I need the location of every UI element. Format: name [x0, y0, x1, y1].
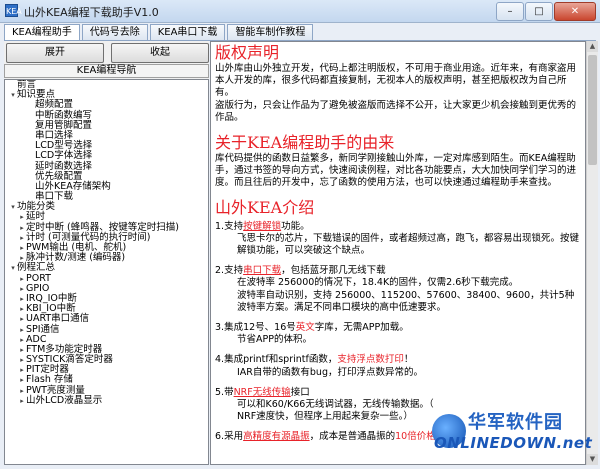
expand-toggle-icon[interactable]: ▸ [18, 315, 26, 323]
feature-6-highlight: 高精度有源晶振 [243, 431, 310, 443]
watermark: 华军软件园 ONLINEDOWN.net [432, 404, 592, 464]
feature-1: 1.支持按键解锁功能。 [215, 221, 581, 233]
expand-toggle-icon[interactable]: ▸ [18, 275, 26, 283]
feature-4-highlight: 支持浮点数打印 [337, 354, 404, 366]
expand-toggle-icon[interactable]: ▸ [18, 224, 26, 232]
feature-5-prefix: 5.带 [215, 386, 234, 398]
heading-origin: 关于KEA编程助手的由来 [215, 133, 395, 153]
tab-bar: KEA编程助手 代码号去除 KEA串口下载 智能车制作教程 [4, 24, 315, 41]
heading-intro: 山外KEA介绍 [215, 197, 315, 217]
expand-toggle-icon[interactable]: ▸ [18, 346, 26, 354]
expand-toggle-icon[interactable]: ▾ [9, 264, 17, 272]
heading-copyright: 版权声明 [215, 43, 280, 62]
expand-toggle-icon[interactable]: ▸ [18, 366, 26, 374]
tab-smartcar-tutorial[interactable]: 智能车制作教程 [227, 24, 314, 40]
scroll-up-icon[interactable]: ▲ [587, 41, 598, 52]
expand-toggle-icon[interactable]: ▸ [18, 336, 26, 344]
tab-serial-download[interactable]: KEA串口下载 [149, 24, 226, 40]
feature-6-middle: ，成本是普通晶振的 [309, 431, 396, 443]
watermark-cn: 华军软件园 [468, 412, 563, 433]
collapse-button[interactable]: 收起 [111, 43, 209, 63]
feature-4-suffix: ！ [403, 354, 414, 366]
feature-6-price: 10倍价格 [395, 431, 436, 443]
feature-2-highlight: 串口下载 [243, 265, 282, 277]
nav-title: KEA编程导航 [4, 64, 209, 78]
expand-toggle-icon[interactable]: ▸ [18, 295, 26, 303]
feature-4: 4.集成printf和sprintf函数，支持浮点数打印！ [215, 354, 581, 366]
title-bar: KEA 山外KEA编程下载助手V1.0 – □ ✕ [0, 0, 600, 23]
tree-node-label: 山外LCD液晶显示 [26, 394, 103, 406]
expand-toggle-icon[interactable]: ▸ [18, 376, 26, 384]
tree-node[interactable]: ▸ 山外LCD液晶显示 [5, 394, 208, 406]
expand-toggle-icon[interactable]: ▸ [18, 326, 26, 334]
feature-5: 5.带NRF无线传输接口 [215, 387, 581, 399]
feature-1-suffix: 功能。 [281, 220, 310, 232]
feature-3-suffix: 字库，无需APP加载。 [314, 322, 409, 334]
feature-1-desc: 飞思卡尔的芯片，下载错误的固件，或者超频过高，跑飞，都容易出现锁死。按键解锁功能… [237, 232, 580, 257]
window-controls: – □ ✕ [496, 2, 596, 21]
minimize-button[interactable]: – [496, 2, 524, 21]
expand-toggle-icon[interactable]: ▸ [18, 285, 26, 293]
origin-paragraph: 库代码提供的函数日益繁多，新同学刚接触山外库，一定对库感到陌生。而KEA编程助手… [215, 153, 577, 189]
feature-4-prefix: 4.集成printf和sprintf函数， [215, 354, 338, 366]
feature-4-desc: IAR自带的函数有bug，打印浮点数异常的。 [237, 366, 423, 378]
copyright-paragraph: 山外库由山外独立开发，代码上都注明版权，不可用于商业用途。近年来，有商家盗用本人… [215, 63, 577, 99]
content-panel: 版权声明 山外库由山外独立开发，代码上都注明版权，不可用于商业用途。近年来，有商… [210, 41, 586, 465]
expand-toggle-icon[interactable]: ▸ [18, 397, 26, 405]
feature-3: 3.集成12号、16号英文字库，无需APP加载。 [215, 322, 581, 334]
feature-1-prefix: 1.支持 [215, 220, 244, 232]
feature-1-highlight: 按键解锁 [243, 220, 282, 232]
expand-toggle-icon[interactable]: ▸ [18, 254, 26, 262]
window-title: 山外KEA编程下载助手V1.0 [24, 6, 159, 19]
content-body: 版权声明 山外库由山外独立开发，代码上都注明版权，不可用于商业用途。近年来，有商… [215, 42, 581, 444]
feature-5-highlight: NRF无线传输 [233, 386, 291, 398]
scroll-thumb[interactable] [588, 55, 597, 165]
feature-5-suffix: 接口 [290, 386, 310, 398]
feature-3-desc: 节省APP的体积。 [237, 334, 312, 346]
feature-3-prefix: 3.集成12号、16号 [215, 322, 296, 334]
expand-toggle-icon[interactable]: ▸ [18, 387, 26, 395]
nav-tree: 前言 ▾ 知识要点 超频配置 中断函数编写 复用管脚配置 串口选择 LCD型号选择 LCD字体选… [4, 79, 209, 465]
tab-code-remove[interactable]: 代码号去除 [81, 24, 148, 40]
expand-button[interactable]: 展开 [6, 43, 104, 63]
feature-2-desc-b: 波特率自动识别，支持 256000、115200、57600、38400、960… [237, 289, 575, 313]
expand-toggle-icon[interactable]: ▾ [9, 203, 17, 211]
expand-toggle-icon[interactable]: ▸ [18, 305, 26, 313]
close-button[interactable]: ✕ [554, 2, 596, 21]
piracy-paragraph: 盗版行为，只会让作品为了避免被盗版而选择不公开，让大家更少机会接触到更优秀的作品… [215, 99, 577, 123]
maximize-button[interactable]: □ [525, 2, 553, 21]
expand-toggle-icon[interactable]: ▸ [18, 356, 26, 364]
watermark-en: ONLINEDOWN.net [434, 434, 593, 452]
feature-2-desc-a: 在波特率 256000的情况下，18.4K的固件，仅需2.6秒下载完成。 [237, 277, 519, 289]
left-panel: 展开 收起 KEA编程导航 前言 ▾ 知识要点 超频配置 中断函数编写 复用管脚配置 串口选… [4, 41, 209, 465]
expand-toggle-icon[interactable]: ▾ [9, 91, 17, 99]
app-icon: KEA [5, 4, 22, 17]
expand-toggle-icon[interactable]: ▸ [18, 234, 26, 242]
expand-toggle-icon[interactable]: ▸ [18, 244, 26, 252]
feature-2-prefix: 2.支持 [215, 265, 244, 277]
feature-2: 2.支持串口下载，包括蓝牙那几无线下载 [215, 265, 581, 277]
content-scrollbar[interactable]: ▲ ▼ [586, 41, 598, 465]
feature-6-prefix: 6.采用 [215, 431, 244, 443]
expand-toggle-icon[interactable]: ▸ [18, 213, 26, 221]
tab-kea-helper[interactable]: KEA编程助手 [4, 24, 80, 41]
feature-2-suffix: ，包括蓝牙那几无线下载 [281, 265, 386, 277]
feature-3-highlight: 英文 [295, 322, 315, 334]
